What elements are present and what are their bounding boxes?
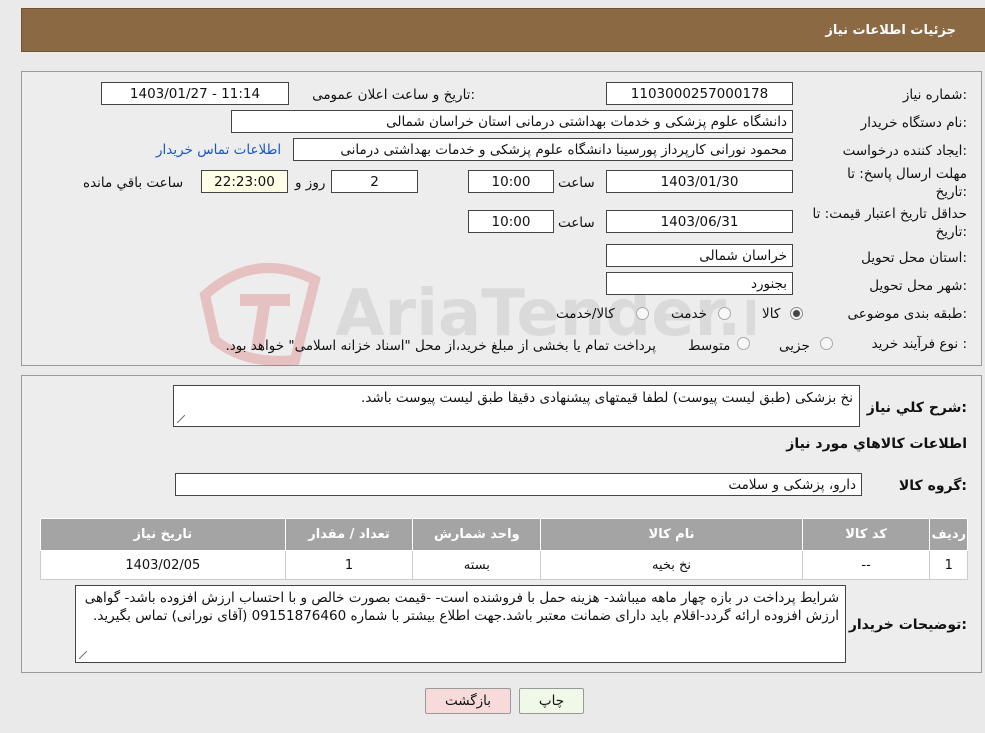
items-table: رديف کد کالا نام کالا واحد شمارش تعداد /… [40, 518, 968, 580]
validity-hour-field: 10:00 [468, 210, 554, 233]
buyer-notes-textarea[interactable]: شرایط پرداخت در بازه چهار ماهه میباشد- ه… [75, 585, 846, 663]
city-label: شهر محل تحویل: [869, 278, 967, 294]
summary-text: نخ بزشکی (طبق لیست پیوست) لطفا قیمتهای پ… [361, 390, 853, 406]
buyer-notes-label: توضیحات خریدار: [848, 617, 967, 633]
column-header-goods-name: نام کالا [540, 518, 803, 551]
column-header-row-number: رديف [929, 518, 968, 551]
buyer-org-label: نام دستگاه خریدار: [860, 115, 967, 131]
remaining-label: ساعت باقي مانده [83, 175, 184, 191]
page-header: جزئیات اطلاعات نیاز [21, 8, 985, 52]
process-radio-minor[interactable] [820, 337, 833, 350]
deadline-label: مهلت ارسال پاسخ: تا [847, 166, 967, 182]
category-option-goods: کالا [762, 306, 781, 322]
process-label: نوع فرآیند خرید : [871, 336, 967, 352]
days-label: روز و [295, 175, 326, 191]
city-field: بجنورد [606, 272, 793, 295]
page-title: جزئیات اطلاعات نیاز [825, 23, 956, 38]
process-note: پرداخت تمام یا بخشی از مبلغ خرید،از محل … [225, 338, 656, 354]
category-label: طبقه بندی موضوعی: [847, 306, 967, 322]
resize-grip-icon[interactable] [79, 651, 87, 659]
items-table-header: رديف کد کالا نام کالا واحد شمارش تعداد /… [40, 518, 968, 551]
table-row: 1 -- نخ بخیه بسته 1 1403/02/05 [40, 550, 968, 580]
remaining-time-field: 22:23:00 [201, 170, 288, 193]
creator-label: ایجاد کننده درخواست: [842, 143, 967, 159]
validity-date-field: 1403/06/31 [606, 210, 793, 233]
print-button[interactable]: چاپ [519, 688, 584, 714]
buyer-notes-text: شرایط پرداخت در بازه چهار ماهه میباشد- ه… [84, 590, 839, 624]
column-header-unit: واحد شمارش [412, 518, 542, 551]
process-option-medium: متوسط [688, 338, 731, 354]
province-label: استان محل تحویل: [861, 250, 967, 266]
back-button[interactable]: بازگشت [425, 688, 511, 714]
buyer-org-field: دانشگاه علوم پزشکی و خدمات بهداشتی درمان… [231, 110, 793, 133]
cell-quantity: 1 [284, 550, 414, 580]
creator-field: محمود نورانی کارپرداز پورسینا دانشگاه عل… [293, 138, 793, 161]
need-number-label: شماره نیاز: [902, 87, 967, 103]
deadline-hour-field: 10:00 [468, 170, 554, 193]
category-radio-goods-service[interactable] [636, 307, 649, 320]
column-header-quantity: تعداد / مقدار [284, 518, 414, 551]
deadline-hour-label: ساعت [558, 175, 595, 191]
deadline-date-field: 1403/01/30 [606, 170, 793, 193]
days-field: 2 [331, 170, 418, 193]
column-header-goods-code: کد کالا [801, 518, 931, 551]
announce-label: تاریخ و ساعت اعلان عمومی: [312, 87, 475, 103]
category-option-service: خدمت [671, 306, 707, 322]
province-field: خراسان شمالی [606, 244, 793, 267]
items-table-wrapper: رديف کد کالا نام کالا واحد شمارش تعداد /… [40, 518, 968, 580]
goods-group-label: گروه کالا: [898, 478, 967, 494]
process-radio-medium[interactable] [737, 337, 750, 350]
goods-group-field: دارو، پزشکی و سلامت [175, 473, 862, 496]
validity-hour-label: ساعت [558, 215, 595, 231]
cell-row-number: 1 [929, 550, 968, 580]
announce-field: 1403/01/27 - 11:14 [101, 82, 289, 105]
validity-label-2: تاریخ: [935, 224, 967, 240]
category-radio-service[interactable] [718, 307, 731, 320]
summary-label: شرح کلي نياز: [866, 400, 967, 416]
category-option-goods-service: کالا/خدمت [556, 306, 615, 322]
process-option-minor: جزیی [779, 338, 810, 354]
column-header-need-date: تاريخ نياز [40, 518, 286, 551]
goods-section-title: اطلاعات کالاهاي مورد نياز [786, 436, 967, 452]
buyer-contact-link[interactable]: اطلاعات تماس خریدار [156, 142, 281, 158]
category-radio-goods[interactable] [790, 307, 803, 320]
cell-goods-code: -- [801, 550, 931, 580]
cell-need-date: 1403/02/05 [40, 550, 286, 580]
validity-label: حداقل تاریخ اعتبار قیمت: تا [812, 206, 967, 222]
summary-textarea[interactable]: نخ بزشکی (طبق لیست پیوست) لطفا قیمتهای پ… [173, 385, 860, 427]
need-number-field: 1103000257000178 [606, 82, 793, 105]
cell-unit: بسته [412, 550, 542, 580]
cell-goods-name: نخ بخیه [540, 550, 803, 580]
deadline-label-2: تاریخ: [935, 184, 967, 200]
resize-grip-icon[interactable] [177, 415, 185, 423]
